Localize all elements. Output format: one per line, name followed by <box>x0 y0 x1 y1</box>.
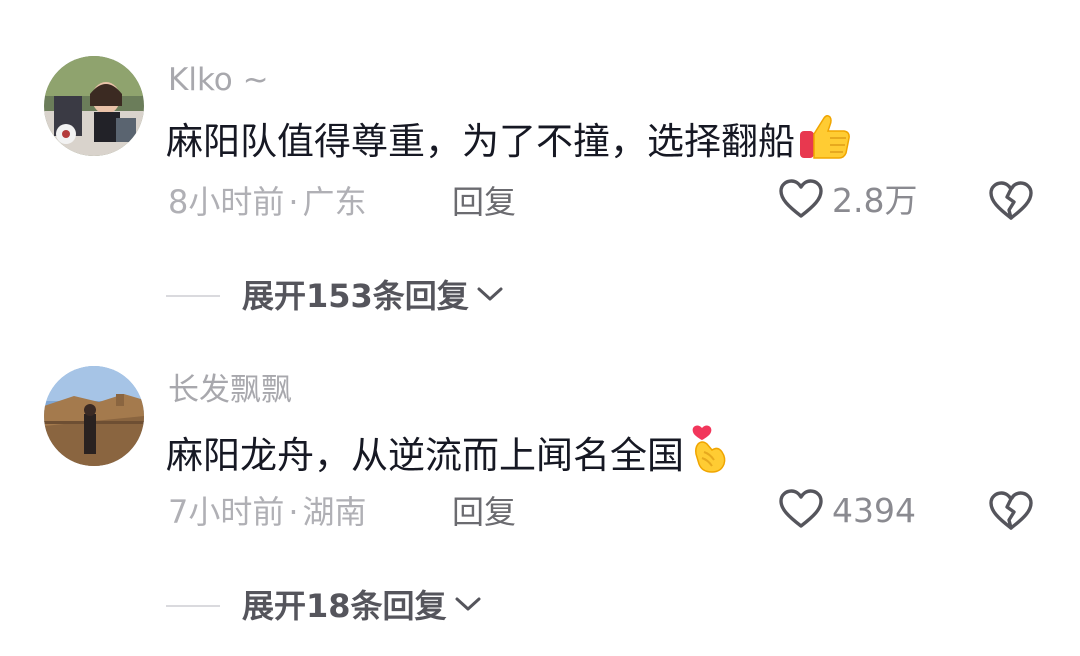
thumbs-up-icon <box>799 114 851 175</box>
divider-line <box>166 605 220 607</box>
reply-button[interactable]: 回复 <box>452 490 516 534</box>
comment-text: 麻阳龙舟，从逆流而上闻名全国 <box>166 424 730 489</box>
finger-heart-icon <box>688 424 730 489</box>
timestamp: 8小时前 <box>168 183 285 221</box>
broken-heart-icon <box>988 491 1034 538</box>
like-count: 2.8万 <box>832 181 918 220</box>
location: 湖南 <box>302 493 367 531</box>
timestamp: 7小时前 <box>168 493 285 531</box>
heart-outline-icon <box>778 178 824 224</box>
reply-button[interactable]: 回复 <box>452 180 516 224</box>
like-button[interactable]: 2.8万 <box>778 176 917 226</box>
dislike-button[interactable] <box>988 488 1034 534</box>
username[interactable]: Klko ~ <box>168 60 269 100</box>
comment-meta: 8小时前 · 广东 <box>168 180 367 224</box>
heart-outline-icon <box>778 488 824 534</box>
expand-replies-label: 展开18条回复 <box>242 587 447 625</box>
chevron-down-icon <box>453 594 483 618</box>
avatar[interactable] <box>44 366 144 466</box>
location: 广东 <box>302 183 367 221</box>
divider-line <box>166 295 220 297</box>
expand-replies-label: 展开153条回复 <box>242 277 469 315</box>
avatar[interactable] <box>44 56 144 156</box>
comment-text: 麻阳队值得尊重，为了不撞，选择翻船 <box>166 114 851 175</box>
comment-meta: 7小时前 · 湖南 <box>168 490 367 534</box>
dislike-button[interactable] <box>988 178 1034 224</box>
separator: · <box>288 183 299 221</box>
expand-replies-button[interactable]: 展开153条回复 <box>166 274 505 318</box>
like-count: 4394 <box>832 491 916 530</box>
broken-heart-icon <box>988 181 1034 228</box>
separator: · <box>288 493 299 531</box>
comment-body: 麻阳龙舟，从逆流而上闻名全国 <box>166 434 684 477</box>
expand-replies-button[interactable]: 展开18条回复 <box>166 584 483 628</box>
like-button[interactable]: 4394 <box>778 486 916 536</box>
chevron-down-icon <box>475 284 505 308</box>
username[interactable]: 长发飘飘 <box>168 370 292 410</box>
comment-body: 麻阳队值得尊重，为了不撞，选择翻船 <box>166 120 795 163</box>
